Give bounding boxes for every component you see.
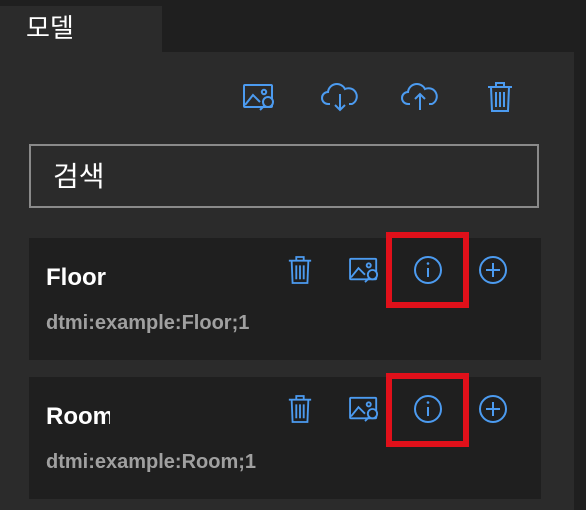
trash-icon — [288, 256, 312, 284]
delete-model-button[interactable] — [282, 391, 318, 427]
search-input[interactable] — [29, 144, 539, 208]
model-title: Floor — [46, 264, 106, 291]
info-icon — [414, 395, 442, 423]
add-model-button[interactable] — [475, 391, 511, 427]
plus-circle-icon — [479, 256, 507, 284]
image-search-icon — [349, 257, 379, 283]
model-info-button[interactable] — [410, 391, 446, 427]
trash-icon — [488, 82, 512, 112]
upload-button[interactable] — [400, 77, 440, 117]
panel-edge — [574, 52, 586, 510]
model-info-button[interactable] — [410, 252, 446, 288]
cloud-download-icon — [321, 83, 358, 112]
image-search-icon — [349, 396, 379, 422]
delete-model-button[interactable] — [282, 252, 318, 288]
upload-image-button[interactable] — [240, 77, 280, 117]
model-title: Room — [46, 403, 110, 430]
trash-icon — [288, 395, 312, 423]
model-card-floor[interactable]: Floor dtmi:example:Floor;1 — [29, 238, 541, 360]
info-icon — [414, 256, 442, 284]
model-id: dtmi:example:Floor;1 — [46, 312, 250, 334]
delete-all-button[interactable] — [480, 77, 520, 117]
image-search-icon — [243, 84, 274, 111]
cloud-upload-icon — [401, 83, 438, 110]
model-id: dtmi:example:Room;1 — [46, 451, 257, 473]
download-button[interactable] — [320, 77, 360, 117]
upload-model-image-button[interactable] — [347, 252, 383, 288]
models-app: 모델 검색 Floor dtmi:example:Floor;1 Room dt… — [0, 0, 586, 510]
tab-strip: 모델 — [0, 0, 586, 52]
upload-model-image-button[interactable] — [347, 391, 383, 427]
add-model-button[interactable] — [475, 252, 511, 288]
model-card-room[interactable]: Room dtmi:example:Room;1 — [29, 377, 541, 499]
plus-circle-icon — [479, 395, 507, 423]
tab-models[interactable]: 모델 — [0, 6, 162, 52]
